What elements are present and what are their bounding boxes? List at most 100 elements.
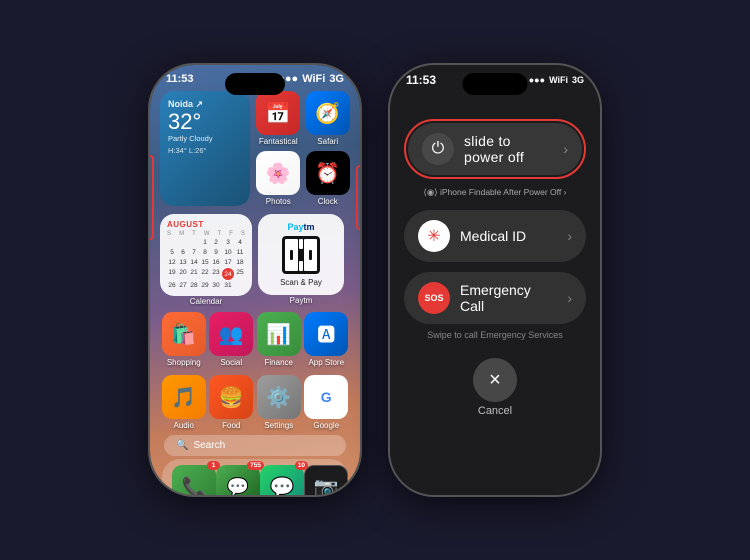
appstore-label: App Store xyxy=(308,358,344,367)
finance-icon[interactable]: 📊 xyxy=(257,312,301,356)
sos-icon: SOS xyxy=(418,282,450,314)
sos-chevron-icon: › xyxy=(567,290,572,306)
medical-id-slider[interactable]: ✳ Medical ID › xyxy=(404,210,586,262)
right-phone: 11:53 ●●● WiFi 3G ⏻ slide to power off ›… xyxy=(390,65,600,495)
cancel-button[interactable]: × xyxy=(473,358,517,402)
weather-range: H:34° L:26° xyxy=(168,146,242,155)
weather-city: Noida ↗ xyxy=(168,99,242,110)
weather-widget[interactable]: Noida ↗ 32° Partly Cloudy H:34° L:26° xyxy=(160,91,250,206)
clock-icon[interactable]: ⏰ xyxy=(306,151,350,195)
weather-temp: 32° xyxy=(168,110,242,134)
calendar-widget-label: Calendar xyxy=(190,297,222,306)
food-label: Food xyxy=(222,421,240,430)
power-screen: 11:53 ●●● WiFi 3G ⏻ slide to power off ›… xyxy=(390,65,600,495)
medical-icon: ✳ xyxy=(418,220,450,252)
medical-star-icon: ✳ xyxy=(427,226,440,246)
power-symbol: ⏻ xyxy=(432,140,445,158)
appstore-icon[interactable]: 🅰 xyxy=(304,312,348,356)
cancel-x-icon: × xyxy=(489,369,501,392)
fantastical-label: Fantastical xyxy=(259,137,298,146)
app-appstore[interactable]: 🅰 App Store xyxy=(304,312,348,367)
fantastical-icon[interactable]: 📅 xyxy=(256,91,300,135)
paytm-scan-label: Scan & Pay xyxy=(280,278,322,287)
audio-icon[interactable]: 🎵 xyxy=(162,375,206,419)
findable-icon: ⟨◉⟩ xyxy=(424,187,438,197)
home-screen: 11:53 ●●● WiFi 3G Noida ↗ 32° Partly Clo… xyxy=(150,65,360,495)
app-safari[interactable]: 🧭 Safari xyxy=(306,91,351,146)
widgets-second-row: AUGUST SMTWTFS 1234 5678 91011 12131415 … xyxy=(150,210,360,310)
power-wifi-icon: WiFi xyxy=(549,75,568,85)
camera-icon[interactable]: 📷 xyxy=(304,465,348,495)
status-icons: ●●● WiFi 3G xyxy=(278,73,344,85)
paytm-widget-label: Paytm xyxy=(290,296,313,305)
food-icon[interactable]: 🍔 xyxy=(209,375,253,419)
social-label: Social xyxy=(220,358,242,367)
settings-label: Settings xyxy=(264,421,293,430)
network-badge: 3G xyxy=(329,73,344,85)
app-photos[interactable]: 🌸 Photos xyxy=(256,151,301,206)
app-audio[interactable]: 🎵 Audio xyxy=(162,375,206,430)
dynamic-island xyxy=(225,73,285,95)
search-icon: 🔍 xyxy=(176,440,188,451)
power-circle-icon: ⏻ xyxy=(422,133,454,165)
google-icon[interactable]: G xyxy=(304,375,348,419)
swipe-hint: Swipe to call Emergency Services xyxy=(427,330,563,340)
social-icon[interactable]: 👥 xyxy=(209,312,253,356)
clock-label: Clock xyxy=(318,197,338,206)
medical-id-label: Medical ID xyxy=(460,228,526,244)
wifi-icon: WiFi xyxy=(302,73,325,85)
dock: 📞 1 💬 755 💬 10 📷 xyxy=(162,459,348,495)
calendar-days-header: SMTWTFS xyxy=(167,231,245,237)
power-slider-text: slide to power off xyxy=(464,133,553,165)
photos-icon[interactable]: 🌸 xyxy=(256,151,300,195)
dock-phone[interactable]: 📞 1 xyxy=(172,465,216,495)
power-status-time: 11:53 xyxy=(406,73,436,87)
right-button-highlight xyxy=(356,165,360,230)
shopping-label: Shopping xyxy=(167,358,201,367)
weather-desc: Partly Cloudy xyxy=(168,134,242,144)
app-google[interactable]: G Google xyxy=(304,375,348,430)
power-dynamic-island xyxy=(463,73,528,95)
photos-label: Photos xyxy=(266,197,291,206)
calendar-month: AUGUST xyxy=(167,220,245,229)
left-phone: 11:53 ●●● WiFi 3G Noida ↗ 32° Partly Clo… xyxy=(150,65,360,495)
safari-label: Safari xyxy=(317,137,338,146)
calendar-widget[interactable]: AUGUST SMTWTFS 1234 5678 91011 12131415 … xyxy=(160,214,252,296)
google-label: Google xyxy=(313,421,339,430)
power-slider[interactable]: ⏻ slide to power off › xyxy=(408,123,582,175)
apps-row-2: 🎵 Audio 🍔 Food ⚙️ Settings G Google xyxy=(150,373,360,432)
dock-camera[interactable]: 📷 xyxy=(304,465,348,495)
audio-label: Audio xyxy=(174,421,194,430)
paytm-logo: Paytm xyxy=(287,222,314,232)
app-settings[interactable]: ⚙️ Settings xyxy=(257,375,301,430)
paytm-widget[interactable]: Paytm Scan & Pay xyxy=(258,214,344,295)
apps-row-1: 🛍️ Shopping 👥 Social 📊 Finance 🅰 App Sto… xyxy=(150,310,360,369)
app-social[interactable]: 👥 Social xyxy=(209,312,253,367)
app-shopping[interactable]: 🛍️ Shopping xyxy=(162,312,206,367)
power-signal-icon: ●●● xyxy=(529,75,545,85)
search-bar[interactable]: 🔍 Search xyxy=(164,435,346,456)
left-button-highlight xyxy=(150,155,154,240)
emergency-call-label: Emergency Call xyxy=(460,282,557,314)
finance-label: Finance xyxy=(265,358,293,367)
qr-code xyxy=(282,236,320,274)
findable-after-power-off: ⟨◉⟩ iPhone Findable After Power Off › xyxy=(424,187,567,198)
power-status-icons: ●●● WiFi 3G xyxy=(529,75,584,85)
emergency-call-slider[interactable]: SOS Emergency Call › xyxy=(404,272,586,324)
app-fantastical[interactable]: 📅 Fantastical xyxy=(256,91,301,146)
power-network-badge: 3G xyxy=(572,75,584,85)
app-food[interactable]: 🍔 Food xyxy=(209,375,253,430)
power-chevron-icon: › xyxy=(563,141,568,157)
shopping-icon[interactable]: 🛍️ xyxy=(162,312,206,356)
app-clock[interactable]: ⏰ Clock xyxy=(306,151,351,206)
calendar-grid: 1234 5678 91011 12131415 161718 19202122… xyxy=(167,238,245,290)
settings-icon[interactable]: ⚙️ xyxy=(257,375,301,419)
power-slider-container[interactable]: ⏻ slide to power off › xyxy=(404,119,586,179)
dock-messages[interactable]: 💬 755 xyxy=(216,465,260,495)
app-finance[interactable]: 📊 Finance xyxy=(257,312,301,367)
safari-icon[interactable]: 🧭 xyxy=(306,91,350,135)
medical-chevron-icon: › xyxy=(567,228,572,244)
cancel-label: Cancel xyxy=(478,405,512,417)
widgets-row: Noida ↗ 32° Partly Cloudy H:34° L:26° 📅 … xyxy=(150,87,360,210)
dock-whatsapp[interactable]: 💬 10 xyxy=(260,465,304,495)
